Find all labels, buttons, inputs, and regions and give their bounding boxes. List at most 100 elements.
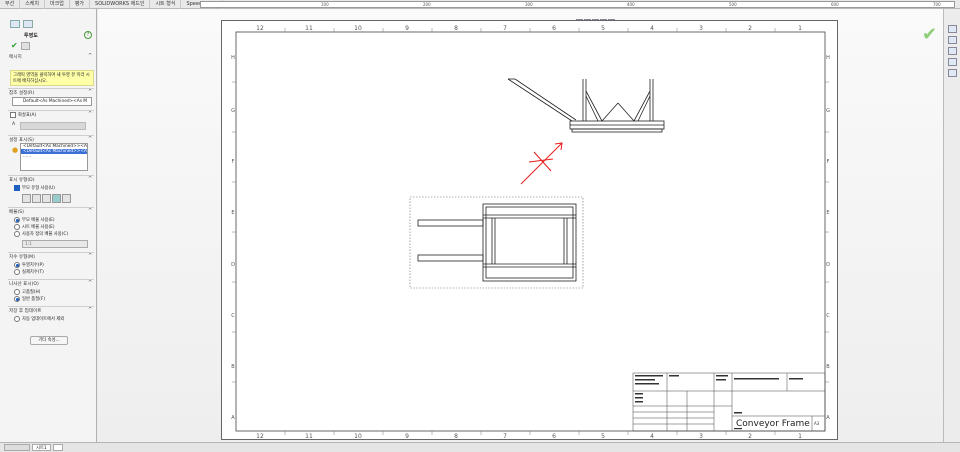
config-list[interactable]: <Default<As Machined>><As Ma <Default<As… (20, 143, 88, 171)
chevron-up-icon[interactable]: ^ (88, 307, 92, 313)
list-item[interactable]: ...... (21, 154, 87, 159)
shaded-icon[interactable] (62, 194, 71, 203)
zone-row-label: E (231, 210, 234, 216)
zone-col-label: 2 (748, 433, 752, 440)
chevron-up-icon[interactable]: ^ (88, 111, 92, 117)
feature-tree-icon[interactable] (10, 20, 20, 28)
dim-option-true[interactable]: 실제치수(T) (14, 269, 44, 275)
add-sheet-icon[interactable] (52, 444, 63, 451)
zone-row-label: B (231, 364, 235, 370)
chevron-up-icon[interactable]: ^ (88, 89, 92, 95)
divider (8, 175, 94, 176)
custom-scale-input[interactable]: 1:1 (22, 240, 88, 248)
radio-icon[interactable] (14, 316, 20, 322)
chevron-up-icon[interactable]: ^ (88, 253, 92, 259)
radio-icon[interactable] (14, 296, 20, 302)
view-palette-icon[interactable] (948, 58, 957, 66)
zone-col-label: 3 (699, 433, 703, 440)
radio-icon[interactable] (14, 224, 20, 230)
reference-config-select[interactable]: Default<As Machined><As M (12, 97, 92, 106)
config-icon: ● (12, 146, 19, 154)
zone-col-label: 9 (405, 433, 409, 440)
drawing-sheet[interactable]: 12 11 10 9 8 7 6 5 4 3 2 1 12 11 10 9 8 … (221, 20, 838, 440)
save-header: 저장 후 업데이트 (9, 309, 42, 314)
sheet-tab[interactable]: 시트1 (32, 444, 51, 451)
ruler-label: 500 (729, 2, 737, 7)
zone-row-label: A (826, 415, 830, 421)
zone-row-label: A (231, 415, 235, 421)
sheet-nav-buttons[interactable] (4, 444, 30, 451)
ribbon-tab-6[interactable]: 시트 형식 (150, 0, 182, 9)
resources-icon[interactable] (948, 25, 957, 33)
chevron-up-icon[interactable]: ^ (88, 280, 92, 286)
chevron-up-icon[interactable]: ^ (88, 208, 92, 214)
scale-option-sheet[interactable]: 시트 배율 사용(E) (14, 224, 55, 230)
divider (8, 252, 94, 253)
wireframe-icon[interactable] (22, 194, 31, 203)
scale-option-custom[interactable]: 사용자 정의 배율 사용(C) (14, 231, 68, 237)
chevron-up-icon[interactable]: ^ (88, 176, 92, 182)
ribbon-tab-1[interactable]: 부선 (0, 0, 21, 9)
dim-option-projected[interactable]: 투영치수(P) (14, 262, 44, 268)
file-explorer-icon[interactable] (948, 47, 957, 55)
more-properties-button[interactable]: 기타 속성... (30, 336, 68, 345)
dim-opt1-label: 투영치수(P) (22, 263, 44, 268)
arrow-checkbox-icon[interactable] (10, 112, 16, 118)
zone-row-label: F (827, 159, 830, 165)
divider (8, 88, 94, 89)
zone-row-label: G (231, 108, 235, 114)
scale-header: 배율(S) (9, 210, 24, 215)
shaded-edges-icon[interactable] (52, 194, 61, 203)
view-selection-box[interactable] (409, 196, 584, 289)
zone-row-label: D (826, 262, 830, 268)
ruler-label: 200 (423, 2, 431, 7)
zone-col-label: 12 (256, 433, 264, 440)
radio-icon[interactable] (14, 289, 20, 295)
projected-side-view (507, 78, 665, 133)
use-parent-style-row[interactable]: 부모 유형 사용(U) (14, 185, 55, 191)
zone-col-label: 3 (699, 25, 703, 32)
radio-icon[interactable] (14, 217, 20, 223)
scale-option-parent[interactable]: 부모 배율 사용(E) (14, 217, 55, 223)
zone-col-label: 2 (748, 25, 752, 32)
zone-col-label: 4 (650, 433, 654, 440)
radio-icon[interactable] (14, 269, 20, 275)
chevron-up-icon[interactable]: ^ (88, 136, 92, 142)
display-style-buttons (22, 194, 71, 203)
property-manager-icon[interactable] (23, 20, 33, 28)
dim-opt2-label: 실제치수(T) (22, 270, 44, 275)
zone-col-label: 1 (798, 25, 802, 32)
use-parent-style-label: 부모 유형 사용(U) (22, 186, 55, 191)
exclude-auto-update-row[interactable]: 자동 업데이트에서 제외 (14, 316, 64, 322)
hidden-removed-icon[interactable] (42, 194, 51, 203)
graphics-area[interactable]: 12 11 10 9 8 7 6 5 4 3 2 1 12 11 10 9 8 … (98, 9, 943, 442)
ribbon-tab-2[interactable]: 스케치 (20, 0, 46, 9)
ribbon-tab-4[interactable]: 평가 (70, 0, 91, 9)
radio-icon[interactable] (14, 262, 20, 268)
ribbon-tab-5[interactable]: SOLIDWORKS 애드인 (90, 0, 151, 9)
ruler-label: 100 (321, 2, 329, 7)
arrow-label-input[interactable] (20, 122, 86, 130)
help-icon[interactable]: ? (84, 31, 92, 39)
cancel-icon[interactable] (21, 42, 30, 50)
design-library-icon[interactable] (948, 36, 957, 44)
radio-icon[interactable] (14, 231, 20, 237)
chevron-up-icon[interactable]: ^ (88, 53, 92, 59)
zone-col-label: 6 (552, 25, 556, 32)
thread-option-high[interactable]: 고품질(H) (14, 289, 40, 295)
divider (8, 110, 94, 111)
ruler-label: 600 (831, 2, 839, 7)
zone-row-label: H (231, 55, 235, 61)
hidden-visible-icon[interactable] (32, 194, 41, 203)
confirm-check-icon[interactable]: ✔ (11, 41, 18, 50)
zone-col-label: 8 (454, 25, 458, 32)
thread-option-draft[interactable]: 일반 품질(F) (14, 296, 45, 302)
confirm-check-icon[interactable]: ✔ (922, 24, 937, 45)
ribbon-tab-3[interactable]: 마크업 (45, 0, 70, 9)
scale-opt3-label: 사용자 정의 배율 사용(C) (22, 232, 69, 237)
property-manager: 투영도 ? ✔ 메시지 ^ 그래픽 영역을 클릭하여 새 투영 뷰 미러 시트에… (0, 9, 97, 442)
scale-opt1-label: 부모 배율 사용(E) (22, 218, 55, 223)
checkbox-icon[interactable] (14, 185, 20, 191)
appearances-icon[interactable] (948, 69, 957, 77)
ruler-label: 400 (627, 2, 635, 7)
